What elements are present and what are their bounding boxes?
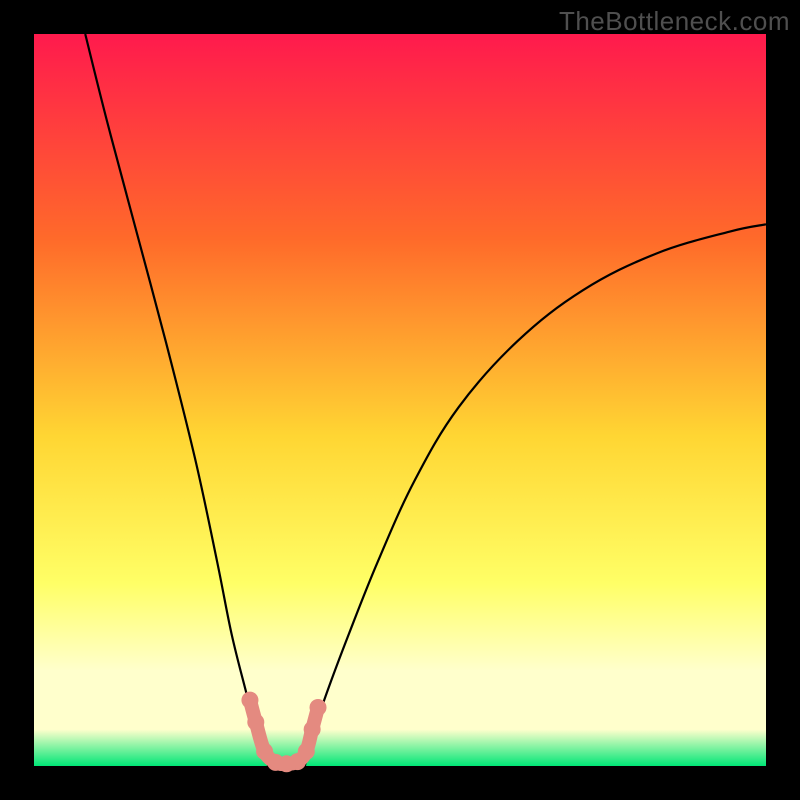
watermark-text: TheBottleneck.com (559, 6, 790, 37)
marker-dot (241, 692, 258, 709)
bottleneck-chart (0, 0, 800, 800)
marker-dot (298, 743, 315, 760)
marker-dot (304, 721, 321, 738)
marker-dot (310, 699, 327, 716)
marker-dot (247, 714, 264, 731)
chart-frame: TheBottleneck.com (0, 0, 800, 800)
plot-background (34, 34, 766, 766)
